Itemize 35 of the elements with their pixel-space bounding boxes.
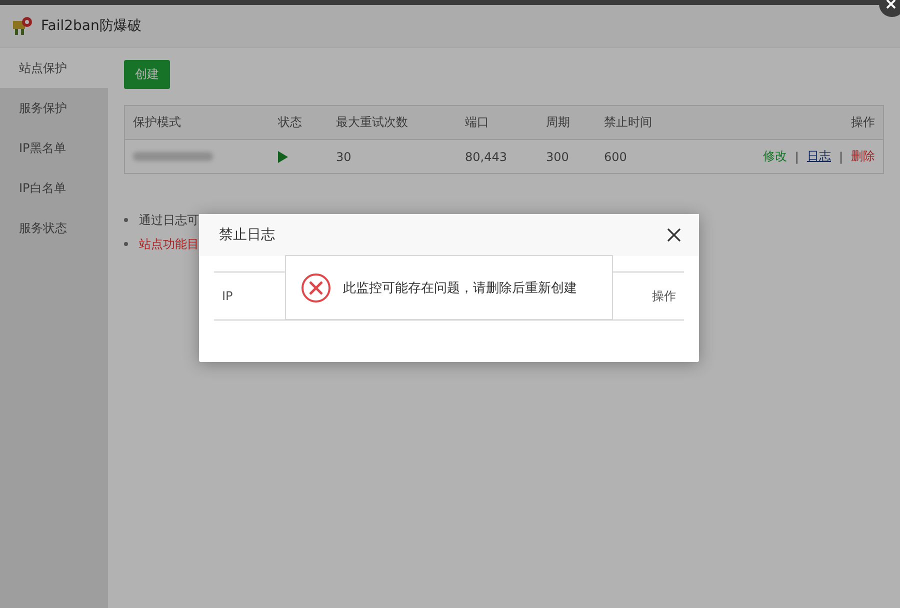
edit-link[interactable]: 修改 bbox=[762, 148, 787, 165]
column-header: 禁止时间 bbox=[604, 114, 653, 131]
dialog-title: 禁止日志 bbox=[219, 226, 275, 244]
column-header: IP bbox=[222, 289, 233, 303]
bullet bbox=[124, 218, 128, 222]
table-cell-text: 30 bbox=[336, 150, 352, 164]
note-text: 站点功能目 bbox=[139, 236, 199, 252]
column-header: 周期 bbox=[546, 114, 571, 131]
separator: | bbox=[838, 150, 844, 164]
sidebar-item[interactable]: IP白名单 bbox=[0, 168, 108, 208]
separator: | bbox=[794, 150, 800, 164]
sidebar-item[interactable]: 服务状态 bbox=[0, 208, 108, 248]
toast-message: 此监控可能存在问题，请删除后重新创建 bbox=[343, 280, 577, 296]
close-icon[interactable] bbox=[878, 0, 900, 18]
column-header: 状态 bbox=[278, 114, 303, 131]
column-header: 端口 bbox=[465, 114, 490, 131]
log-link[interactable]: 日志 bbox=[806, 148, 831, 165]
column-header: 保护模式 bbox=[133, 114, 182, 131]
note-text: 通过日志可 bbox=[139, 212, 199, 228]
sidebar-item[interactable]: 站点保护 bbox=[0, 48, 108, 88]
table-cell-text: 300 bbox=[546, 150, 570, 164]
column-header: 操作 bbox=[652, 288, 676, 304]
sidebar-item[interactable]: IP黑名单 bbox=[0, 128, 108, 168]
error-icon bbox=[301, 272, 331, 302]
bullet bbox=[124, 242, 128, 246]
delete-link[interactable]: 删除 bbox=[851, 148, 875, 165]
table-cell-text: 600 bbox=[604, 150, 628, 164]
column-header: 最大重试次数 bbox=[336, 114, 409, 131]
column-header: 操作 bbox=[850, 114, 875, 131]
table-cell-text: 80,443 bbox=[465, 150, 508, 164]
create-button[interactable]: 创建 bbox=[124, 60, 170, 89]
close-icon[interactable] bbox=[667, 228, 681, 242]
sidebar-item[interactable]: 服务保护 bbox=[0, 88, 108, 128]
window-title: Fail2ban防爆破 bbox=[41, 17, 142, 35]
app-logo-icon bbox=[11, 16, 33, 36]
